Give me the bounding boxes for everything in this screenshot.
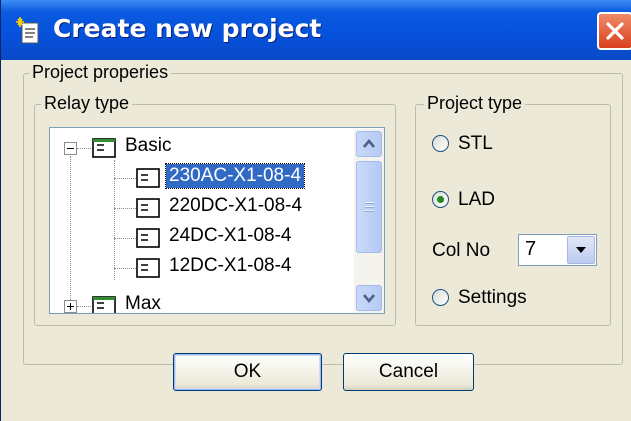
chevron-up-icon: [363, 138, 375, 148]
scroll-down-button[interactable]: [356, 285, 382, 311]
tree-node-label: 12DC-X1-08-4: [169, 255, 292, 276]
chevron-down-icon: [363, 294, 375, 304]
tree-node-label: Basic: [125, 135, 172, 156]
tree-node-label: 220DC-X1-08-4: [169, 195, 303, 216]
scroll-thumb[interactable]: [356, 161, 382, 253]
tree-node-basic[interactable]: Basic: [50, 132, 350, 162]
close-button[interactable]: [597, 12, 631, 50]
tree-node-label: Max: [125, 293, 161, 314]
radio-label: LAD: [458, 189, 495, 210]
dropdown-arrow-icon: [576, 247, 586, 253]
expand-toggle[interactable]: [64, 300, 77, 313]
radio-button[interactable]: [432, 191, 449, 208]
radio-label: STL: [458, 133, 493, 154]
collapse-toggle[interactable]: [64, 142, 77, 155]
scroll-up-button[interactable]: [356, 131, 382, 157]
close-icon: [606, 22, 624, 40]
relay-module-icon: [136, 198, 160, 218]
tree-node-220dc[interactable]: 220DC-X1-08-4: [50, 192, 350, 222]
project-type-label: Project type: [424, 93, 526, 114]
title-bar[interactable]: Create new project: [1, 0, 631, 60]
radio-button[interactable]: [432, 289, 449, 306]
col-no-dropdown-button[interactable]: [567, 236, 595, 264]
relay-module-icon: [92, 138, 116, 158]
radio-settings[interactable]: Settings: [432, 287, 582, 313]
project-properties-label: Project properies: [29, 62, 172, 83]
relay-type-tree[interactable]: Basic 230AC-X1-08-4 220DC-X1-08-4 24DC-X…: [49, 127, 385, 314]
relay-module-icon: [136, 228, 160, 248]
relay-module-icon: [136, 168, 160, 188]
col-no-select[interactable]: 7: [518, 234, 597, 266]
tree-node-max[interactable]: Max: [50, 288, 350, 314]
radio-stl[interactable]: STL: [432, 133, 552, 159]
relay-module-icon: [92, 296, 116, 313]
relay-type-label: Relay type: [41, 93, 133, 114]
radio-button[interactable]: [432, 135, 449, 152]
tree-node-label: 230AC-X1-08-4: [164, 163, 306, 189]
tree-scrollbar[interactable]: [354, 129, 384, 313]
tree-node-230ac[interactable]: 230AC-X1-08-4: [50, 162, 350, 192]
cancel-button[interactable]: Cancel: [343, 353, 474, 391]
ok-button[interactable]: OK: [173, 353, 322, 391]
radio-lad[interactable]: LAD: [432, 189, 552, 215]
col-no-label: Col No: [432, 240, 491, 261]
dialog-window: Create new project Project properies Rel…: [0, 0, 631, 421]
tree-node-24dc[interactable]: 24DC-X1-08-4: [50, 222, 350, 252]
new-document-icon: [16, 17, 42, 45]
col-no-value: 7: [525, 238, 537, 260]
radio-label: Settings: [458, 287, 527, 308]
relay-module-icon: [136, 258, 160, 278]
window-title: Create new project: [53, 14, 322, 43]
tree-node-label: 24DC-X1-08-4: [169, 225, 292, 246]
tree-node-12dc[interactable]: 12DC-X1-08-4: [50, 252, 350, 282]
